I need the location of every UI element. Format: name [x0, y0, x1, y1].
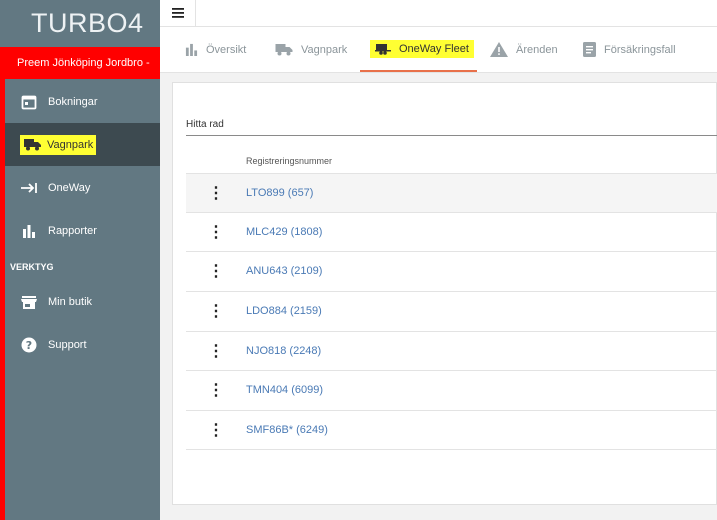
table-row[interactable]: ⋮ ANU643 (2109) — [186, 251, 717, 290]
top-bar — [160, 0, 717, 27]
sidebar-item-support[interactable]: ? Support — [5, 323, 160, 366]
registration-link[interactable]: NJO818 (2248) — [246, 345, 321, 357]
more-vertical-icon: ⋮ — [208, 185, 224, 202]
hamburger-icon — [171, 5, 184, 21]
bar-chart-icon — [185, 43, 198, 56]
table-row[interactable]: ⋮ LDO884 (2159) — [186, 291, 717, 330]
row-menu-button[interactable]: ⋮ — [186, 380, 246, 400]
document-icon — [583, 42, 596, 57]
row-menu-button[interactable]: ⋮ — [186, 261, 246, 281]
calendar-icon — [20, 93, 38, 111]
table-row[interactable]: ⋮ TMN404 (6099) — [186, 370, 717, 409]
column-header-registration[interactable]: Registreringsnummer — [246, 156, 332, 166]
tab-forsakringsfall[interactable]: Försäkringsfall — [583, 27, 676, 72]
app-logo: TURBO4 — [0, 0, 160, 47]
sidebar-item-label: Min butik — [48, 295, 93, 308]
tab-label: Ärenden — [516, 43, 558, 56]
tab-oversikt[interactable]: Översikt — [185, 27, 246, 72]
tab-arenden[interactable]: Ärenden — [490, 27, 558, 72]
row-menu-button[interactable]: ⋮ — [186, 341, 246, 361]
fleet-panel: Hitta rad Registreringsnummer ⋮ LTO899 (… — [172, 82, 717, 505]
more-vertical-icon: ⋮ — [208, 224, 224, 241]
sidebar-section-label: VERKTYG — [10, 262, 54, 272]
table-row[interactable]: ⋮ NJO818 (2248) — [186, 331, 717, 370]
more-vertical-icon: ⋮ — [208, 382, 224, 399]
table-row[interactable]: ⋮ MLC429 (1808) — [186, 212, 717, 251]
menu-toggle-button[interactable] — [160, 0, 196, 26]
sidebar-item-min-butik[interactable]: Min butik — [5, 280, 160, 323]
filter-input[interactable]: Hitta rad — [186, 119, 717, 136]
more-vertical-icon: ⋮ — [208, 303, 224, 320]
sidebar-item-label: Vagnpark — [47, 138, 94, 151]
bar-chart-icon — [20, 222, 38, 240]
truck-icon — [275, 43, 293, 56]
registration-link[interactable]: LTO899 (657) — [246, 187, 313, 199]
registration-link[interactable]: LDO884 (2159) — [246, 305, 322, 317]
tab-bar: Översikt Vagnpark OneWay Fleet Ärenden F… — [160, 27, 717, 73]
table-bottom-divider — [186, 449, 717, 450]
tab-label: Vagnpark — [301, 43, 348, 56]
warning-icon — [490, 42, 508, 57]
registration-link[interactable]: SMF86B* (6249) — [246, 424, 328, 436]
help-icon: ? — [20, 336, 38, 354]
arrow-to-bar-icon — [20, 179, 38, 197]
tab-label: Försäkringsfall — [604, 43, 676, 56]
sidebar: TURBO4 Preem Jönköping Jordbro - Bokning… — [0, 0, 160, 520]
tab-label: OneWay Fleet — [399, 42, 469, 55]
filter-label: Hitta rad — [186, 119, 224, 130]
sidebar-item-rapporter[interactable]: Rapporter — [5, 209, 160, 252]
sidebar-item-bokningar[interactable]: Bokningar — [5, 80, 160, 123]
row-menu-button[interactable]: ⋮ — [186, 420, 246, 440]
registration-link[interactable]: TMN404 (6099) — [246, 384, 323, 396]
row-menu-button[interactable]: ⋮ — [186, 179, 246, 211]
table-row[interactable]: ⋮ SMF86B* (6249) — [186, 410, 717, 449]
sidebar-item-label: Rapporter — [48, 224, 97, 237]
registration-link[interactable]: MLC429 (1808) — [246, 226, 322, 238]
tab-vagnpark[interactable]: Vagnpark — [275, 27, 347, 72]
sidebar-item-oneway[interactable]: OneWay — [5, 166, 160, 209]
sidebar-item-label: OneWay — [48, 181, 91, 194]
row-menu-button[interactable]: ⋮ — [186, 301, 246, 321]
more-vertical-icon: ⋮ — [208, 343, 224, 360]
truck-icon — [23, 136, 41, 154]
sidebar-item-label: Support — [48, 338, 87, 351]
svg-text:?: ? — [26, 339, 32, 352]
more-vertical-icon: ⋮ — [208, 263, 224, 280]
row-menu-button[interactable]: ⋮ — [186, 222, 246, 242]
tab-oneway-fleet[interactable]: OneWay Fleet — [360, 27, 477, 72]
sidebar-item-label: Bokningar — [48, 95, 98, 108]
tab-label: Översikt — [206, 43, 247, 56]
registration-link[interactable]: ANU643 (2109) — [246, 265, 322, 277]
trailer-icon — [375, 43, 391, 55]
store-name[interactable]: Preem Jönköping Jordbro - — [0, 47, 160, 79]
more-vertical-icon: ⋮ — [208, 422, 224, 439]
table-row[interactable]: ⋮ LTO899 (657) — [186, 173, 717, 212]
store-icon — [20, 293, 38, 311]
sidebar-item-vagnpark[interactable]: Vagnpark — [5, 123, 160, 166]
